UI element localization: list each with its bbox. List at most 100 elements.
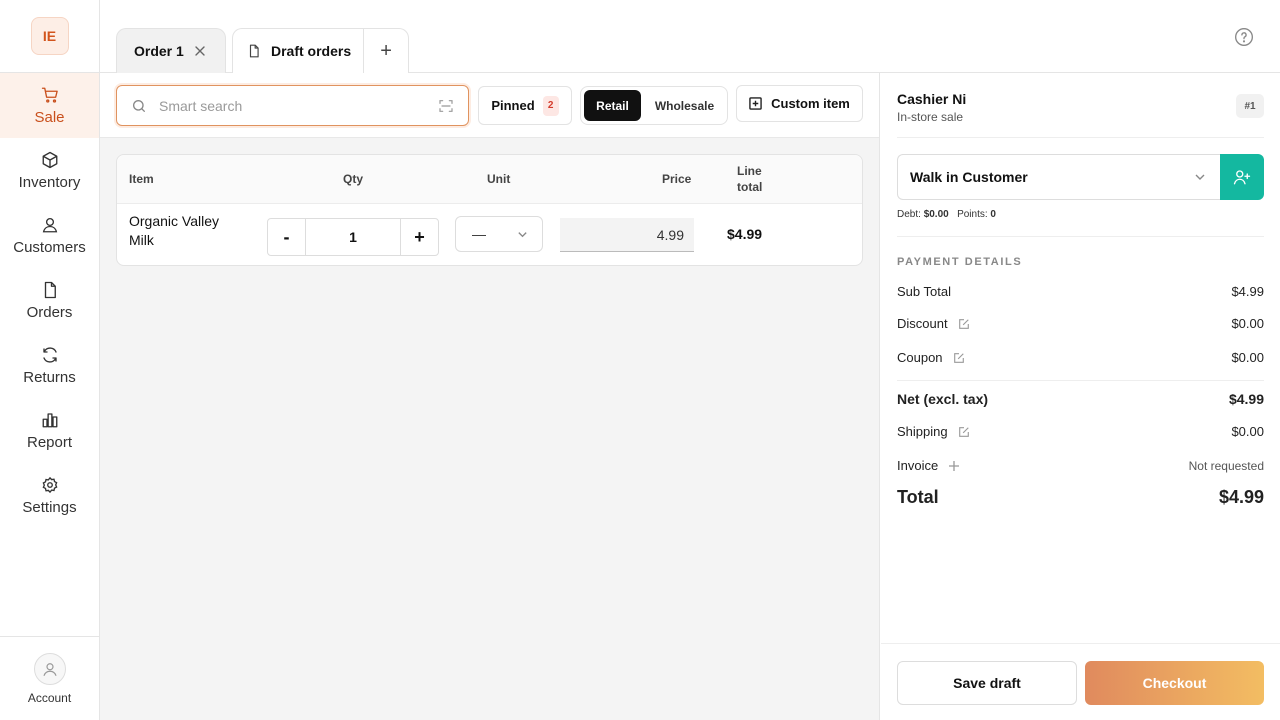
payment-details-title: PAYMENT DETAILS <box>897 256 1023 268</box>
points-value: 0 <box>990 209 996 220</box>
col-unit: Unit <box>487 172 511 186</box>
coupon-label: Coupon <box>897 350 943 365</box>
line-total: $4.99 <box>727 226 763 242</box>
net-line: Net (excl. tax) $4.99 <box>897 391 1264 407</box>
shipping-label: Shipping <box>897 424 948 439</box>
avatar <box>33 652 66 685</box>
sidebar-item-inventory[interactable]: Inventory <box>0 138 99 203</box>
order-number-badge: #1 <box>1236 94 1264 118</box>
search-input[interactable] <box>159 97 426 114</box>
total-line: Total $4.99 <box>897 487 1264 508</box>
toolbar: Pinned 2 Retail Wholesale Custom item <box>100 73 879 138</box>
subtotal-line: Sub Total $4.99 <box>897 284 1264 299</box>
customer-selector: Walk in Customer <box>897 154 1264 200</box>
sale-type: In-store sale <box>897 110 964 124</box>
table-header: Item Qty Unit Price Line total <box>117 155 862 204</box>
customer-name: Walk in Customer <box>910 169 1028 185</box>
coupon-value: $0.00 <box>1231 350 1264 365</box>
sidebar-item-returns[interactable]: Returns <box>0 333 99 398</box>
chevron-down-icon <box>518 231 527 237</box>
cashier-info: Cashier Ni In-store sale <box>897 91 966 124</box>
add-tab-button[interactable]: + <box>364 40 408 63</box>
pinned-count-badge: 2 <box>542 95 559 116</box>
account-button[interactable]: Account <box>0 636 99 720</box>
checkout-button[interactable]: Checkout <box>1085 661 1264 705</box>
divider <box>897 380 1264 381</box>
col-price: Price <box>662 172 692 186</box>
unit-value: — <box>472 226 486 242</box>
wholesale-mode-button[interactable]: Wholesale <box>645 90 724 121</box>
search-icon <box>133 99 145 112</box>
subtotal-label: Sub Total <box>897 284 951 299</box>
chevron-down-icon <box>1195 174 1205 180</box>
plus-icon[interactable] <box>948 460 960 472</box>
col-qty: Qty <box>343 172 364 186</box>
tab-order-1[interactable]: Order 1 <box>116 28 226 73</box>
customer-balance: Debt: $0.00 Points: 0 <box>897 209 996 220</box>
points-label: Points: <box>957 209 988 220</box>
edit-icon[interactable] <box>958 426 970 438</box>
quantity-input[interactable]: 1 <box>306 219 400 255</box>
sidebar-item-label: Orders <box>26 303 73 321</box>
coupon-line: Coupon $0.00 <box>897 350 1264 365</box>
cart-table: Item Qty Unit Price Line total Organic V… <box>116 154 863 266</box>
draft-orders-tab[interactable]: Draft orders <box>233 29 365 73</box>
sidebar-item-report[interactable]: Report <box>0 398 99 463</box>
close-icon[interactable] <box>194 45 206 57</box>
gear-icon <box>42 476 57 493</box>
decrease-qty-button[interactable]: - <box>268 219 306 255</box>
shipping-line: Shipping $0.00 <box>897 424 1264 439</box>
net-label: Net (excl. tax) <box>897 391 989 407</box>
edit-icon[interactable] <box>958 318 970 330</box>
unit-select[interactable]: — <box>455 216 543 252</box>
search-box <box>116 85 469 126</box>
sidebar-item-label: Sale <box>34 108 65 126</box>
account-label: Account <box>27 690 72 705</box>
pinned-label: Pinned <box>491 98 535 113</box>
logo: IE <box>30 17 69 55</box>
sidebar-item-label: Customers <box>13 238 86 256</box>
col-line-total-line1: Line <box>737 164 762 178</box>
add-user-icon <box>1233 170 1251 185</box>
refresh-icon <box>42 346 57 363</box>
custom-item-button[interactable]: Custom item <box>736 85 863 122</box>
total-value: $4.99 <box>1218 487 1264 507</box>
item-name: Organic Valley Milk <box>129 213 220 248</box>
logo-area: IE <box>0 0 99 73</box>
file-icon <box>44 281 56 298</box>
barcode-scan-icon[interactable] <box>438 98 454 114</box>
top-bar: Order 1 Draft orders + <box>100 0 1280 73</box>
divider <box>897 137 1264 138</box>
edit-icon[interactable] <box>953 352 965 364</box>
tab-label: Order 1 <box>134 43 184 59</box>
sidebar-item-customers[interactable]: Customers <box>0 203 99 268</box>
subtotal-value: $4.99 <box>1231 284 1264 299</box>
bar-chart-icon <box>42 412 57 427</box>
cashier-name: Cashier Ni <box>897 91 967 107</box>
order-summary-panel: Cashier Ni In-store sale #1 Walk in Cust… <box>881 73 1280 720</box>
customer-select[interactable]: Walk in Customer <box>897 154 1220 200</box>
increase-qty-button[interactable]: + <box>400 219 438 255</box>
sidebar-item-label: Inventory <box>18 173 81 191</box>
user-icon <box>42 217 57 232</box>
discount-line: Discount $0.00 <box>897 316 1264 331</box>
discount-label: Discount <box>897 316 948 331</box>
sidebar-item-label: Report <box>26 433 73 451</box>
discount-value: $0.00 <box>1231 316 1264 331</box>
user-icon <box>42 662 57 676</box>
sidebar-item-settings[interactable]: Settings <box>0 463 99 528</box>
help-icon[interactable] <box>1234 27 1254 47</box>
sidebar-item-sale[interactable]: Sale <box>0 73 99 138</box>
tab-label: Draft orders <box>271 43 352 59</box>
save-draft-button[interactable]: Save draft <box>897 661 1077 705</box>
sidebar-item-orders[interactable]: Orders <box>0 268 99 333</box>
price-input[interactable]: 4.99 <box>560 218 694 252</box>
plus-square-icon <box>749 97 762 110</box>
pinned-button[interactable]: Pinned 2 <box>478 86 572 125</box>
retail-mode-button[interactable]: Retail <box>584 90 641 121</box>
add-customer-button[interactable] <box>1220 154 1264 200</box>
file-icon <box>249 44 259 58</box>
sidebar-item-label: Returns <box>23 368 76 386</box>
price-mode-toggle: Retail Wholesale <box>580 86 728 125</box>
custom-item-label: Custom item <box>771 96 850 111</box>
